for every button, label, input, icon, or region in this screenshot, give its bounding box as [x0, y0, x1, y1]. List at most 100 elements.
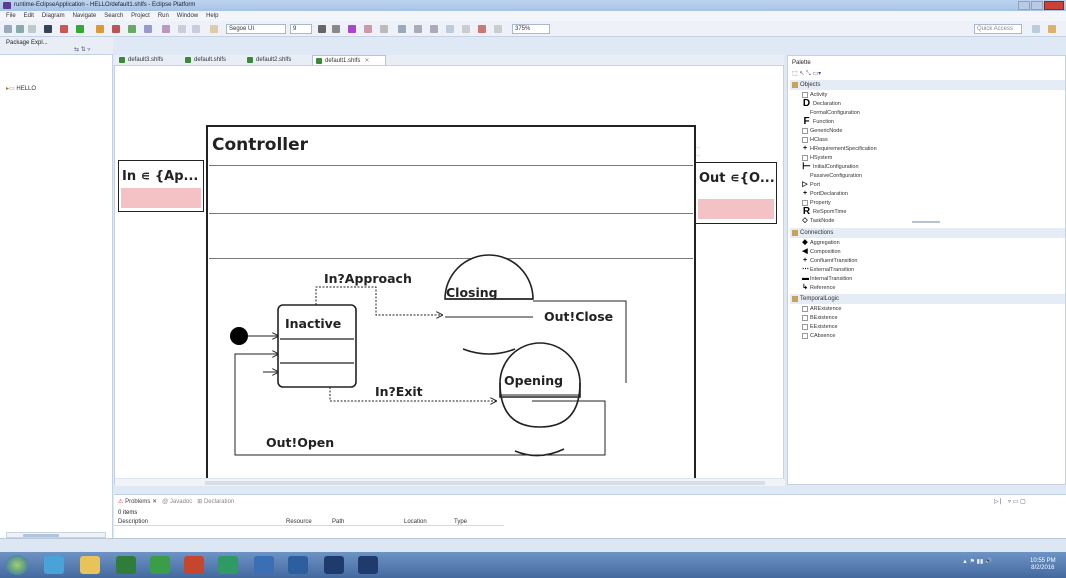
palette-item-declaration[interactable]: D Declaration [802, 98, 841, 109]
delete-icon[interactable] [478, 25, 486, 33]
explorer-icon[interactable] [80, 556, 100, 574]
properties-icon[interactable] [494, 25, 502, 33]
line-color-icon[interactable] [380, 25, 388, 33]
palette-item-hrequirementspecification[interactable]: + HRequirementSpecification [802, 145, 877, 154]
menu-run[interactable]: Run [158, 11, 169, 21]
palette-item-portdeclaration[interactable]: + PortDeclaration [802, 190, 848, 199]
font-color-icon[interactable] [348, 25, 356, 33]
diagram-canvas[interactable]: ▷ In ∊ {Ap... Out ∊{O... —ᵢ —ᵢ Controlle… [114, 65, 785, 486]
explorer-title[interactable]: Package Expl... [6, 40, 48, 46]
palette-section-objects[interactable]: Objects [790, 80, 1065, 90]
column-description[interactable]: Description [118, 519, 148, 525]
palette-item-hclass[interactable]: HClass [802, 136, 828, 145]
palette-item-initialconfiguration[interactable]: ⊢ InitialConfiguration [802, 161, 859, 172]
palette-item-eexistence[interactable]: EExistence [802, 323, 838, 332]
open-perspective-icon[interactable] [1032, 25, 1040, 33]
menu-edit[interactable]: Edit [24, 11, 34, 21]
state-opening-label[interactable]: Opening [504, 373, 563, 388]
new-icon[interactable] [4, 25, 12, 33]
ie-icon[interactable] [44, 556, 64, 574]
tree-item-hello[interactable]: ▸▭ HELLO [6, 85, 36, 92]
palette-scroll-indicator[interactable] [912, 221, 940, 223]
open-type-icon[interactable] [128, 25, 136, 33]
menu-project[interactable]: Project [131, 11, 150, 21]
view-toolbar[interactable]: ▷ ⎸ ▿ ▭ ▢ [994, 498, 1026, 506]
menu-file[interactable]: File [6, 11, 16, 21]
search-icon[interactable] [144, 25, 152, 33]
new-class-icon[interactable] [112, 25, 120, 33]
minimize-button[interactable] [1018, 1, 1030, 10]
canvas-horizontal-scrollbar[interactable] [115, 478, 785, 486]
palette-item-port[interactable]: ▷ Port [802, 181, 820, 190]
palette-item-function[interactable]: F Function [802, 116, 834, 127]
bold-icon[interactable] [318, 25, 326, 33]
maximize-button[interactable] [1031, 1, 1043, 10]
transition-open-label[interactable]: Out!Open [266, 435, 334, 450]
pin-icon[interactable] [210, 25, 218, 33]
palette-item-reference[interactable]: ↳ Reference [802, 284, 835, 293]
tab-default1[interactable]: default1.shlfs ✕ [312, 55, 386, 65]
palette-item-genericnode[interactable]: GenericNode [802, 127, 842, 136]
menu-diagram[interactable]: Diagram [42, 11, 65, 21]
tab-javadoc[interactable]: @ Javadoc [162, 499, 192, 505]
save-icon[interactable] [16, 25, 24, 33]
start-button[interactable] [6, 555, 28, 575]
outlook-icon[interactable] [288, 556, 308, 574]
palette-item-tasknode[interactable]: ◇ TaskNode [802, 217, 834, 226]
perspective-icon[interactable] [1048, 25, 1056, 33]
palette-item-externaltransition[interactable]: ⋯ExternalTransition [802, 266, 854, 275]
input-port[interactable]: In ∊ {Ap... [118, 160, 204, 212]
taskbar-clock[interactable]: 10:55 PM 8/2/2016 [1030, 558, 1056, 572]
palette-item-internaltransition[interactable]: ▬InternalTransition [802, 275, 852, 284]
palette-item-bexistence[interactable]: BExistence [802, 314, 838, 323]
build-icon[interactable] [44, 25, 52, 33]
scrollbar-thumb[interactable] [23, 534, 59, 537]
word-icon[interactable] [254, 556, 274, 574]
fill-color-icon[interactable] [364, 25, 372, 33]
palette-item-arexistence[interactable]: ARExistence [802, 305, 842, 314]
menu-window[interactable]: Window [177, 11, 198, 21]
palette-item-confluenttransition[interactable]: + ConfluentTransition [802, 257, 858, 266]
transition-approach-label[interactable]: In?Approach [324, 271, 412, 286]
palette-section-connections[interactable]: Connections [790, 228, 1065, 238]
tab-default2[interactable]: default2.shlfs [244, 55, 308, 65]
eclipse-runtime-task-icon[interactable] [358, 556, 378, 574]
font-combo[interactable]: Segoe UI [226, 24, 286, 34]
state-closing-label[interactable]: Closing [446, 285, 498, 300]
annotation-icon[interactable] [162, 25, 170, 33]
palette-item-passiveconfiguration[interactable]: PassiveConfiguration [802, 172, 862, 181]
publisher-icon[interactable] [218, 556, 238, 574]
state-inactive-label[interactable]: Inactive [285, 316, 341, 331]
column-location[interactable]: Location [404, 519, 427, 525]
quick-access-input[interactable]: Quick Access [974, 24, 1022, 34]
menu-help[interactable]: Help [206, 11, 218, 21]
back-icon[interactable] [178, 25, 186, 33]
palette-section-temporallogic[interactable]: TemporalLogic [790, 294, 1065, 304]
debug-icon[interactable] [60, 25, 68, 33]
palette-item-cabsence[interactable]: CAbsence [802, 332, 835, 341]
forward-icon[interactable] [192, 25, 200, 33]
palette-item-composition[interactable]: ◀ Composition [802, 248, 841, 257]
column-resource[interactable]: Resource [286, 519, 312, 525]
eclipse-task-icon[interactable] [324, 556, 344, 574]
chrome-icon[interactable] [150, 556, 170, 574]
column-path[interactable]: Path [332, 519, 344, 525]
explorer-toolbar[interactable]: ⇆ ⇅ ▿ [74, 46, 90, 53]
tab-default[interactable]: default.shlfs [182, 55, 240, 65]
palette-item-respomtime[interactable]: R ReSpomTime [802, 206, 846, 217]
line-style-icon[interactable] [398, 25, 406, 33]
tab-default3[interactable]: default3.shlfs [116, 55, 178, 65]
arrange-icon[interactable] [414, 25, 422, 33]
excel-icon[interactable] [116, 556, 136, 574]
powerpoint-icon[interactable] [184, 556, 204, 574]
close-tab-icon[interactable]: ✕ [364, 58, 369, 64]
transition-exit-label[interactable]: In?Exit [375, 384, 423, 399]
palette-item-aggregation[interactable]: ◆ Aggregation [802, 239, 840, 248]
route-icon[interactable] [462, 25, 470, 33]
palette-tools[interactable]: ⬚ ↖ ⤡ ▭▾ [792, 70, 821, 78]
tab-declaration[interactable]: ⊞ Declaration [197, 499, 234, 505]
scrollbar-thumb[interactable] [205, 481, 765, 485]
controller-block[interactable]: Controller Inactive Closing Opening In?A… [206, 125, 696, 481]
menu-search[interactable]: Search [104, 11, 123, 21]
zoom-combo[interactable]: 375% [512, 24, 550, 34]
